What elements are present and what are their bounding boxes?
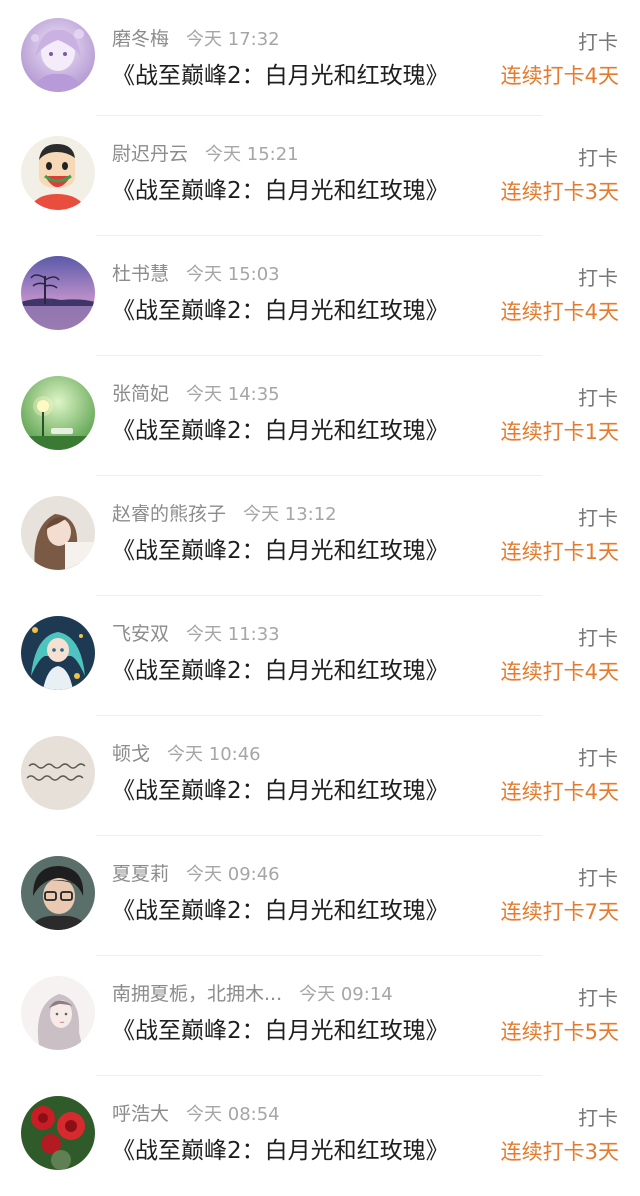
checkin-label: 打卡 bbox=[578, 506, 618, 530]
checkin-label: 打卡 bbox=[578, 866, 618, 890]
user-name[interactable]: 赵睿的熊孩子 bbox=[112, 503, 226, 525]
book-title[interactable]: 《战至巅峰2：白月光和红玫瑰》 bbox=[112, 174, 449, 208]
timestamp: 今天 11:33 bbox=[186, 624, 280, 645]
entry-meta: 尉迟丹云 今天 15:21 bbox=[112, 140, 299, 169]
checkin-list: 磨冬梅 今天 17:32 《战至巅峰2：白月光和红玫瑰》 打卡 连续打卡4天 尉迟… bbox=[0, 0, 640, 1196]
user-name[interactable]: 磨冬梅 bbox=[112, 28, 169, 50]
timestamp: 今天 10:46 bbox=[167, 744, 261, 765]
entry-meta: 南拥夏栀，北拥木... 今天 09:14 bbox=[112, 980, 393, 1009]
checkin-label: 打卡 bbox=[578, 1106, 618, 1130]
list-item[interactable]: 夏夏莉 今天 09:46 《战至巅峰2：白月光和红玫瑰》 打卡 连续打卡7天 bbox=[0, 836, 640, 956]
user-name[interactable]: 南拥夏栀，北拥木... bbox=[112, 983, 282, 1005]
girl-photo-avatar[interactable] bbox=[21, 496, 95, 570]
streak-label: 连续打卡1天 bbox=[500, 420, 619, 444]
user-name[interactable]: 呼浩大 bbox=[112, 1103, 169, 1125]
book-title[interactable]: 《战至巅峰2：白月光和红玫瑰》 bbox=[112, 654, 449, 688]
purple-sunset-tree-avatar[interactable] bbox=[21, 256, 95, 330]
list-item[interactable]: 呼浩大 今天 08:54 《战至巅峰2：白月光和红玫瑰》 打卡 连续打卡3天 bbox=[0, 1076, 640, 1196]
list-item[interactable]: 磨冬梅 今天 17:32 《战至巅峰2：白月光和红玫瑰》 打卡 连续打卡4天 bbox=[0, 0, 640, 116]
entry-meta: 顿戈 今天 10:46 bbox=[112, 740, 261, 769]
timestamp: 今天 09:46 bbox=[186, 864, 280, 885]
user-name[interactable]: 张简妃 bbox=[112, 383, 169, 405]
anime-character-teal-avatar[interactable] bbox=[21, 616, 95, 690]
streak-label: 连续打卡3天 bbox=[500, 1140, 619, 1164]
sketch-girl-avatar[interactable] bbox=[21, 976, 95, 1050]
entry-meta: 飞安双 今天 11:33 bbox=[112, 620, 280, 649]
cartoon-boy-watermelon-avatar[interactable] bbox=[21, 136, 95, 210]
streak-label: 连续打卡7天 bbox=[500, 900, 619, 924]
user-name[interactable]: 飞安双 bbox=[112, 623, 169, 645]
checkin-label: 打卡 bbox=[578, 30, 618, 54]
user-name[interactable]: 尉迟丹云 bbox=[112, 143, 188, 165]
entry-meta: 张简妃 今天 14:35 bbox=[112, 380, 280, 409]
streak-label: 连续打卡5天 bbox=[500, 1020, 619, 1044]
user-name[interactable]: 顿戈 bbox=[112, 743, 150, 765]
book-title[interactable]: 《战至巅峰2：白月光和红玫瑰》 bbox=[112, 534, 449, 568]
timestamp: 今天 15:03 bbox=[186, 264, 280, 285]
list-item[interactable]: 南拥夏栀，北拥木... 今天 09:14 《战至巅峰2：白月光和红玫瑰》 打卡 连… bbox=[0, 956, 640, 1076]
entry-meta: 呼浩大 今天 08:54 bbox=[112, 1100, 280, 1129]
checkin-label: 打卡 bbox=[578, 386, 618, 410]
streak-label: 连续打卡4天 bbox=[500, 660, 619, 684]
book-title[interactable]: 《战至巅峰2：白月光和红玫瑰》 bbox=[112, 414, 449, 448]
streak-label: 连续打卡4天 bbox=[500, 300, 619, 324]
list-item[interactable]: 赵睿的熊孩子 今天 13:12 《战至巅峰2：白月光和红玫瑰》 打卡 连续打卡1天 bbox=[0, 476, 640, 596]
book-title[interactable]: 《战至巅峰2：白月光和红玫瑰》 bbox=[112, 1134, 449, 1168]
timestamp: 今天 15:21 bbox=[205, 144, 299, 165]
user-name[interactable]: 杜书慧 bbox=[112, 263, 169, 285]
entry-meta: 杜书慧 今天 15:03 bbox=[112, 260, 280, 289]
list-item[interactable]: 飞安双 今天 11:33 《战至巅峰2：白月光和红玫瑰》 打卡 连续打卡4天 bbox=[0, 596, 640, 716]
list-item[interactable]: 顿戈 今天 10:46 《战至巅峰2：白月光和红玫瑰》 打卡 连续打卡4天 bbox=[0, 716, 640, 836]
timestamp: 今天 13:12 bbox=[243, 504, 337, 525]
book-title[interactable]: 《战至巅峰2：白月光和红玫瑰》 bbox=[112, 59, 449, 93]
streak-label: 连续打卡1天 bbox=[500, 540, 619, 564]
streak-label: 连续打卡4天 bbox=[500, 64, 619, 88]
boy-glasses-avatar[interactable] bbox=[21, 856, 95, 930]
entry-meta: 磨冬梅 今天 17:32 bbox=[112, 25, 280, 54]
book-title[interactable]: 《战至巅峰2：白月光和红玫瑰》 bbox=[112, 1014, 449, 1048]
book-title[interactable]: 《战至巅峰2：白月光和红玫瑰》 bbox=[112, 894, 449, 928]
checkin-label: 打卡 bbox=[578, 626, 618, 650]
entry-meta: 赵睿的熊孩子 今天 13:12 bbox=[112, 500, 337, 529]
checkin-label: 打卡 bbox=[578, 266, 618, 290]
streak-label: 连续打卡3天 bbox=[500, 180, 619, 204]
list-item[interactable]: 尉迟丹云 今天 15:21 《战至巅峰2：白月光和红玫瑰》 打卡 连续打卡3天 bbox=[0, 116, 640, 236]
list-item[interactable]: 张简妃 今天 14:35 《战至巅峰2：白月光和红玫瑰》 打卡 连续打卡1天 bbox=[0, 356, 640, 476]
streak-label: 连续打卡4天 bbox=[500, 780, 619, 804]
timestamp: 今天 17:32 bbox=[186, 29, 280, 50]
user-name[interactable]: 夏夏莉 bbox=[112, 863, 169, 885]
anime-girl-purple-avatar[interactable] bbox=[21, 18, 95, 92]
timestamp: 今天 09:14 bbox=[299, 984, 393, 1005]
checkin-label: 打卡 bbox=[578, 986, 618, 1010]
checkin-label: 打卡 bbox=[578, 746, 618, 770]
red-flower-avatar[interactable] bbox=[21, 1096, 95, 1170]
book-title[interactable]: 《战至巅峰2：白月光和红玫瑰》 bbox=[112, 294, 449, 328]
green-garden-lamp-avatar[interactable] bbox=[21, 376, 95, 450]
timestamp: 今天 08:54 bbox=[186, 1104, 280, 1125]
list-item[interactable]: 杜书慧 今天 15:03 《战至巅峰2：白月光和红玫瑰》 打卡 连续打卡4天 bbox=[0, 236, 640, 356]
book-title[interactable]: 《战至巅峰2：白月光和红玫瑰》 bbox=[112, 774, 449, 808]
checkin-label: 打卡 bbox=[578, 146, 618, 170]
handwriting-avatar[interactable] bbox=[21, 736, 95, 810]
timestamp: 今天 14:35 bbox=[186, 384, 280, 405]
entry-meta: 夏夏莉 今天 09:46 bbox=[112, 860, 280, 889]
